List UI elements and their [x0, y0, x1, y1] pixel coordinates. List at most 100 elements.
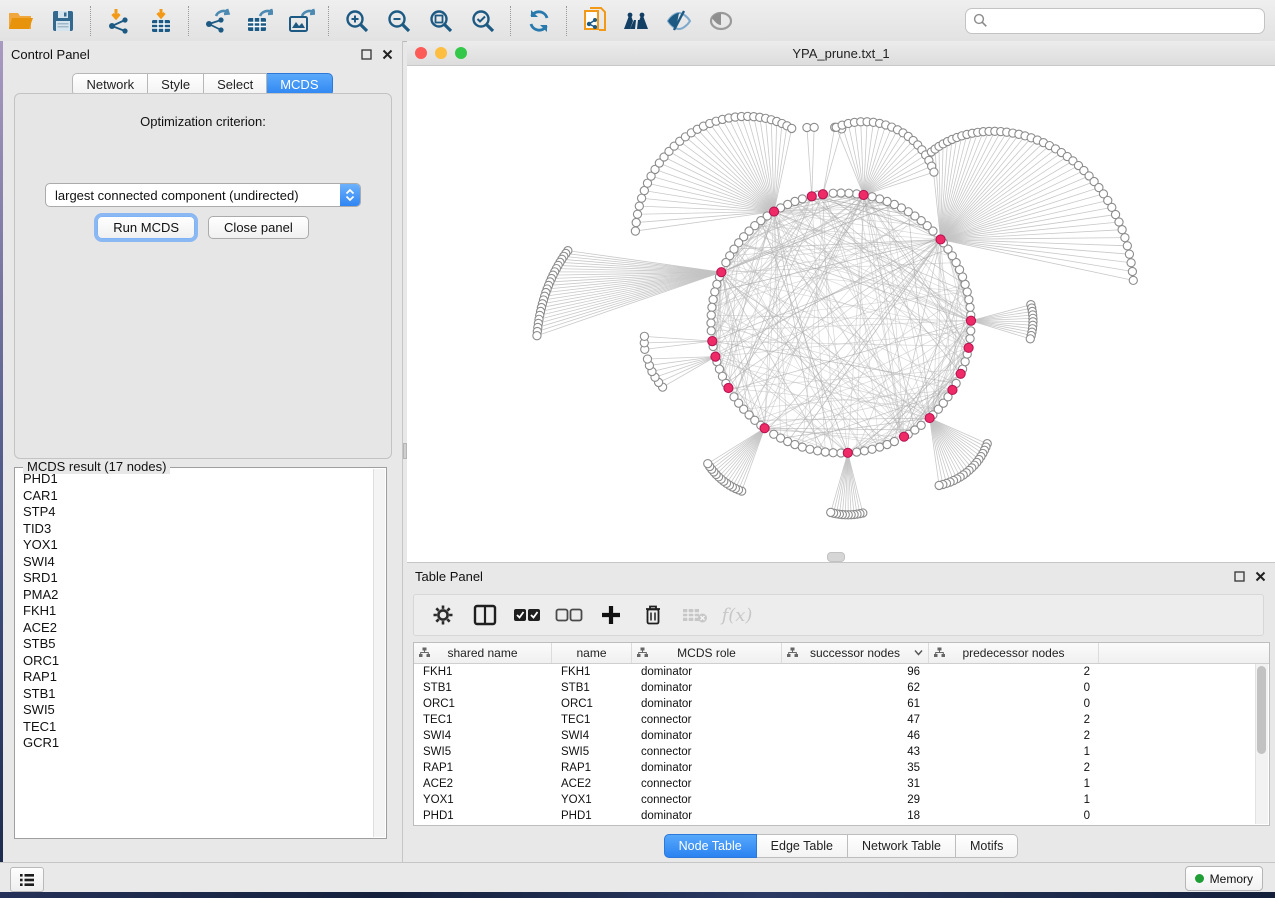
zoom-in-icon[interactable] — [340, 6, 374, 36]
import-network-icon[interactable] — [102, 6, 136, 36]
table-cell: PHD1 — [552, 808, 632, 824]
table-cell: 1 — [929, 792, 1099, 808]
close-panel-icon[interactable] — [1253, 569, 1267, 583]
mcds-result-item[interactable]: STP4 — [16, 504, 374, 521]
table-row[interactable]: ACE2ACE2connector311 — [414, 776, 1269, 792]
mcds-result-item[interactable]: ORC1 — [16, 653, 374, 670]
table-row[interactable]: TEC1TEC1connector472 — [414, 712, 1269, 728]
mcds-result-item[interactable]: FKH1 — [16, 603, 374, 620]
task-history-button[interactable] — [10, 867, 44, 892]
table-row[interactable]: FKH1FKH1dominator962 — [414, 664, 1269, 680]
mcds-result-item[interactable]: GCR1 — [16, 735, 374, 752]
table-cell: dominator — [632, 728, 782, 744]
mcds-result-item[interactable]: TID3 — [16, 521, 374, 538]
toolbar-separator — [328, 6, 330, 36]
table-cell: 2 — [929, 760, 1099, 776]
deselect-all-icon[interactable] — [554, 602, 584, 628]
column-header-shared-name[interactable]: shared name — [414, 643, 552, 663]
table-row[interactable]: SWI5SWI5connector431 — [414, 744, 1269, 760]
add-row-icon[interactable] — [596, 602, 626, 628]
network-graph[interactable] — [407, 66, 1275, 562]
mcds-result-item[interactable]: RAP1 — [16, 669, 374, 686]
network-window-titlebar[interactable]: YPA_prune.txt_1 — [407, 41, 1275, 66]
table-cell: SWI5 — [552, 744, 632, 760]
export-network-icon[interactable] — [200, 6, 234, 36]
mcds-result-list[interactable]: PHD1CAR1STP4TID3YOX1SWI4SRD1PMA2FKH1ACE2… — [16, 471, 374, 837]
zoom-out-icon[interactable] — [382, 6, 416, 36]
column-type-icon — [637, 647, 648, 658]
run-mcds-button[interactable]: Run MCDS — [97, 216, 195, 239]
column-header-name[interactable]: name — [552, 643, 632, 663]
open-folder-icon[interactable] — [4, 6, 38, 36]
table-cell: SWI4 — [552, 728, 632, 744]
tab-network-table[interactable]: Network Table — [848, 834, 956, 858]
table-cell: connector — [632, 792, 782, 808]
zoom-selected-icon[interactable] — [466, 6, 500, 36]
close-panel-button[interactable]: Close panel — [208, 216, 309, 239]
tab-node-table[interactable]: Node Table — [664, 834, 757, 858]
toolbar-separator — [566, 6, 568, 36]
column-header-MCDS-role[interactable]: MCDS role — [632, 643, 782, 663]
zoom-fit-icon[interactable] — [424, 6, 458, 36]
table-cell: 2 — [929, 728, 1099, 744]
table-cell: 18 — [782, 808, 929, 824]
search-field[interactable] — [965, 8, 1265, 34]
mcds-result-item[interactable]: SWI5 — [16, 702, 374, 719]
table-row[interactable]: STB1STB1dominator620 — [414, 680, 1269, 696]
result-scrollbar[interactable] — [373, 469, 385, 837]
network-hscrollbar-thumb[interactable] — [827, 552, 845, 562]
table-row[interactable]: RAP1RAP1dominator352 — [414, 760, 1269, 776]
table-cell: dominator — [632, 696, 782, 712]
criterion-value: largest connected component (undirected) — [46, 188, 340, 203]
table-tabs: Node Table Edge Table Network Table Moti… — [407, 834, 1275, 858]
new-network-from-selection-icon[interactable] — [578, 6, 612, 36]
column-header-successor-nodes[interactable]: successor nodes — [782, 643, 929, 663]
export-table-icon[interactable] — [242, 6, 276, 36]
table-cell-filler — [1099, 728, 1269, 744]
mcds-result-item[interactable]: SWI4 — [16, 554, 374, 571]
table-scrollbar-thumb[interactable] — [1257, 666, 1266, 754]
column-header-predecessor-nodes[interactable]: predecessor nodes — [929, 643, 1099, 663]
network-canvas[interactable] — [407, 66, 1275, 562]
table-cell: dominator — [632, 664, 782, 680]
table-row[interactable]: ORC1ORC1dominator610 — [414, 696, 1269, 712]
table-row[interactable]: PHD1PHD1dominator180 — [414, 808, 1269, 824]
select-all-icon[interactable] — [512, 602, 542, 628]
mcds-result-item[interactable]: PMA2 — [16, 587, 374, 604]
table-cell-filler — [1099, 776, 1269, 792]
show-columns-icon[interactable] — [470, 602, 500, 628]
hide-selected-icon[interactable] — [662, 6, 696, 36]
mcds-result-item[interactable]: STB5 — [16, 636, 374, 653]
save-icon[interactable] — [46, 6, 80, 36]
gear-icon[interactable] — [428, 602, 458, 628]
memory-button[interactable]: Memory — [1185, 866, 1263, 891]
mcds-result-item[interactable]: SRD1 — [16, 570, 374, 587]
table-header-row: shared namenameMCDS rolesuccessor nodesp… — [414, 643, 1269, 664]
table-cell: ORC1 — [414, 696, 552, 712]
mcds-result-item[interactable]: CAR1 — [16, 488, 374, 505]
import-table-icon[interactable] — [144, 6, 178, 36]
tab-edge-table[interactable]: Edge Table — [757, 834, 848, 858]
tab-motifs[interactable]: Motifs — [956, 834, 1018, 858]
close-panel-icon[interactable] — [380, 47, 394, 61]
table-cell: connector — [632, 776, 782, 792]
show-all-icon[interactable] — [704, 6, 738, 36]
table-cell-filler — [1099, 760, 1269, 776]
refresh-icon[interactable] — [522, 6, 556, 36]
search-input[interactable] — [993, 12, 1264, 29]
mcds-result-item[interactable]: PHD1 — [16, 471, 374, 488]
float-window-icon[interactable] — [359, 47, 373, 61]
optimization-criterion-label: Optimization criterion: — [15, 114, 391, 129]
table-row[interactable]: SWI4SWI4dominator462 — [414, 728, 1269, 744]
mcds-result-item[interactable]: YOX1 — [16, 537, 374, 554]
table-scrollbar[interactable] — [1255, 664, 1268, 824]
float-window-icon[interactable] — [1232, 569, 1246, 583]
mcds-result-item[interactable]: STB1 — [16, 686, 374, 703]
mcds-result-item[interactable]: ACE2 — [16, 620, 374, 637]
mcds-result-item[interactable]: TEC1 — [16, 719, 374, 736]
delete-row-icon[interactable] — [638, 602, 668, 628]
criterion-select[interactable]: largest connected component (undirected) — [45, 183, 361, 207]
table-row[interactable]: YOX1YOX1connector291 — [414, 792, 1269, 808]
search-network-icon[interactable] — [620, 6, 654, 36]
export-image-icon[interactable] — [284, 6, 318, 36]
